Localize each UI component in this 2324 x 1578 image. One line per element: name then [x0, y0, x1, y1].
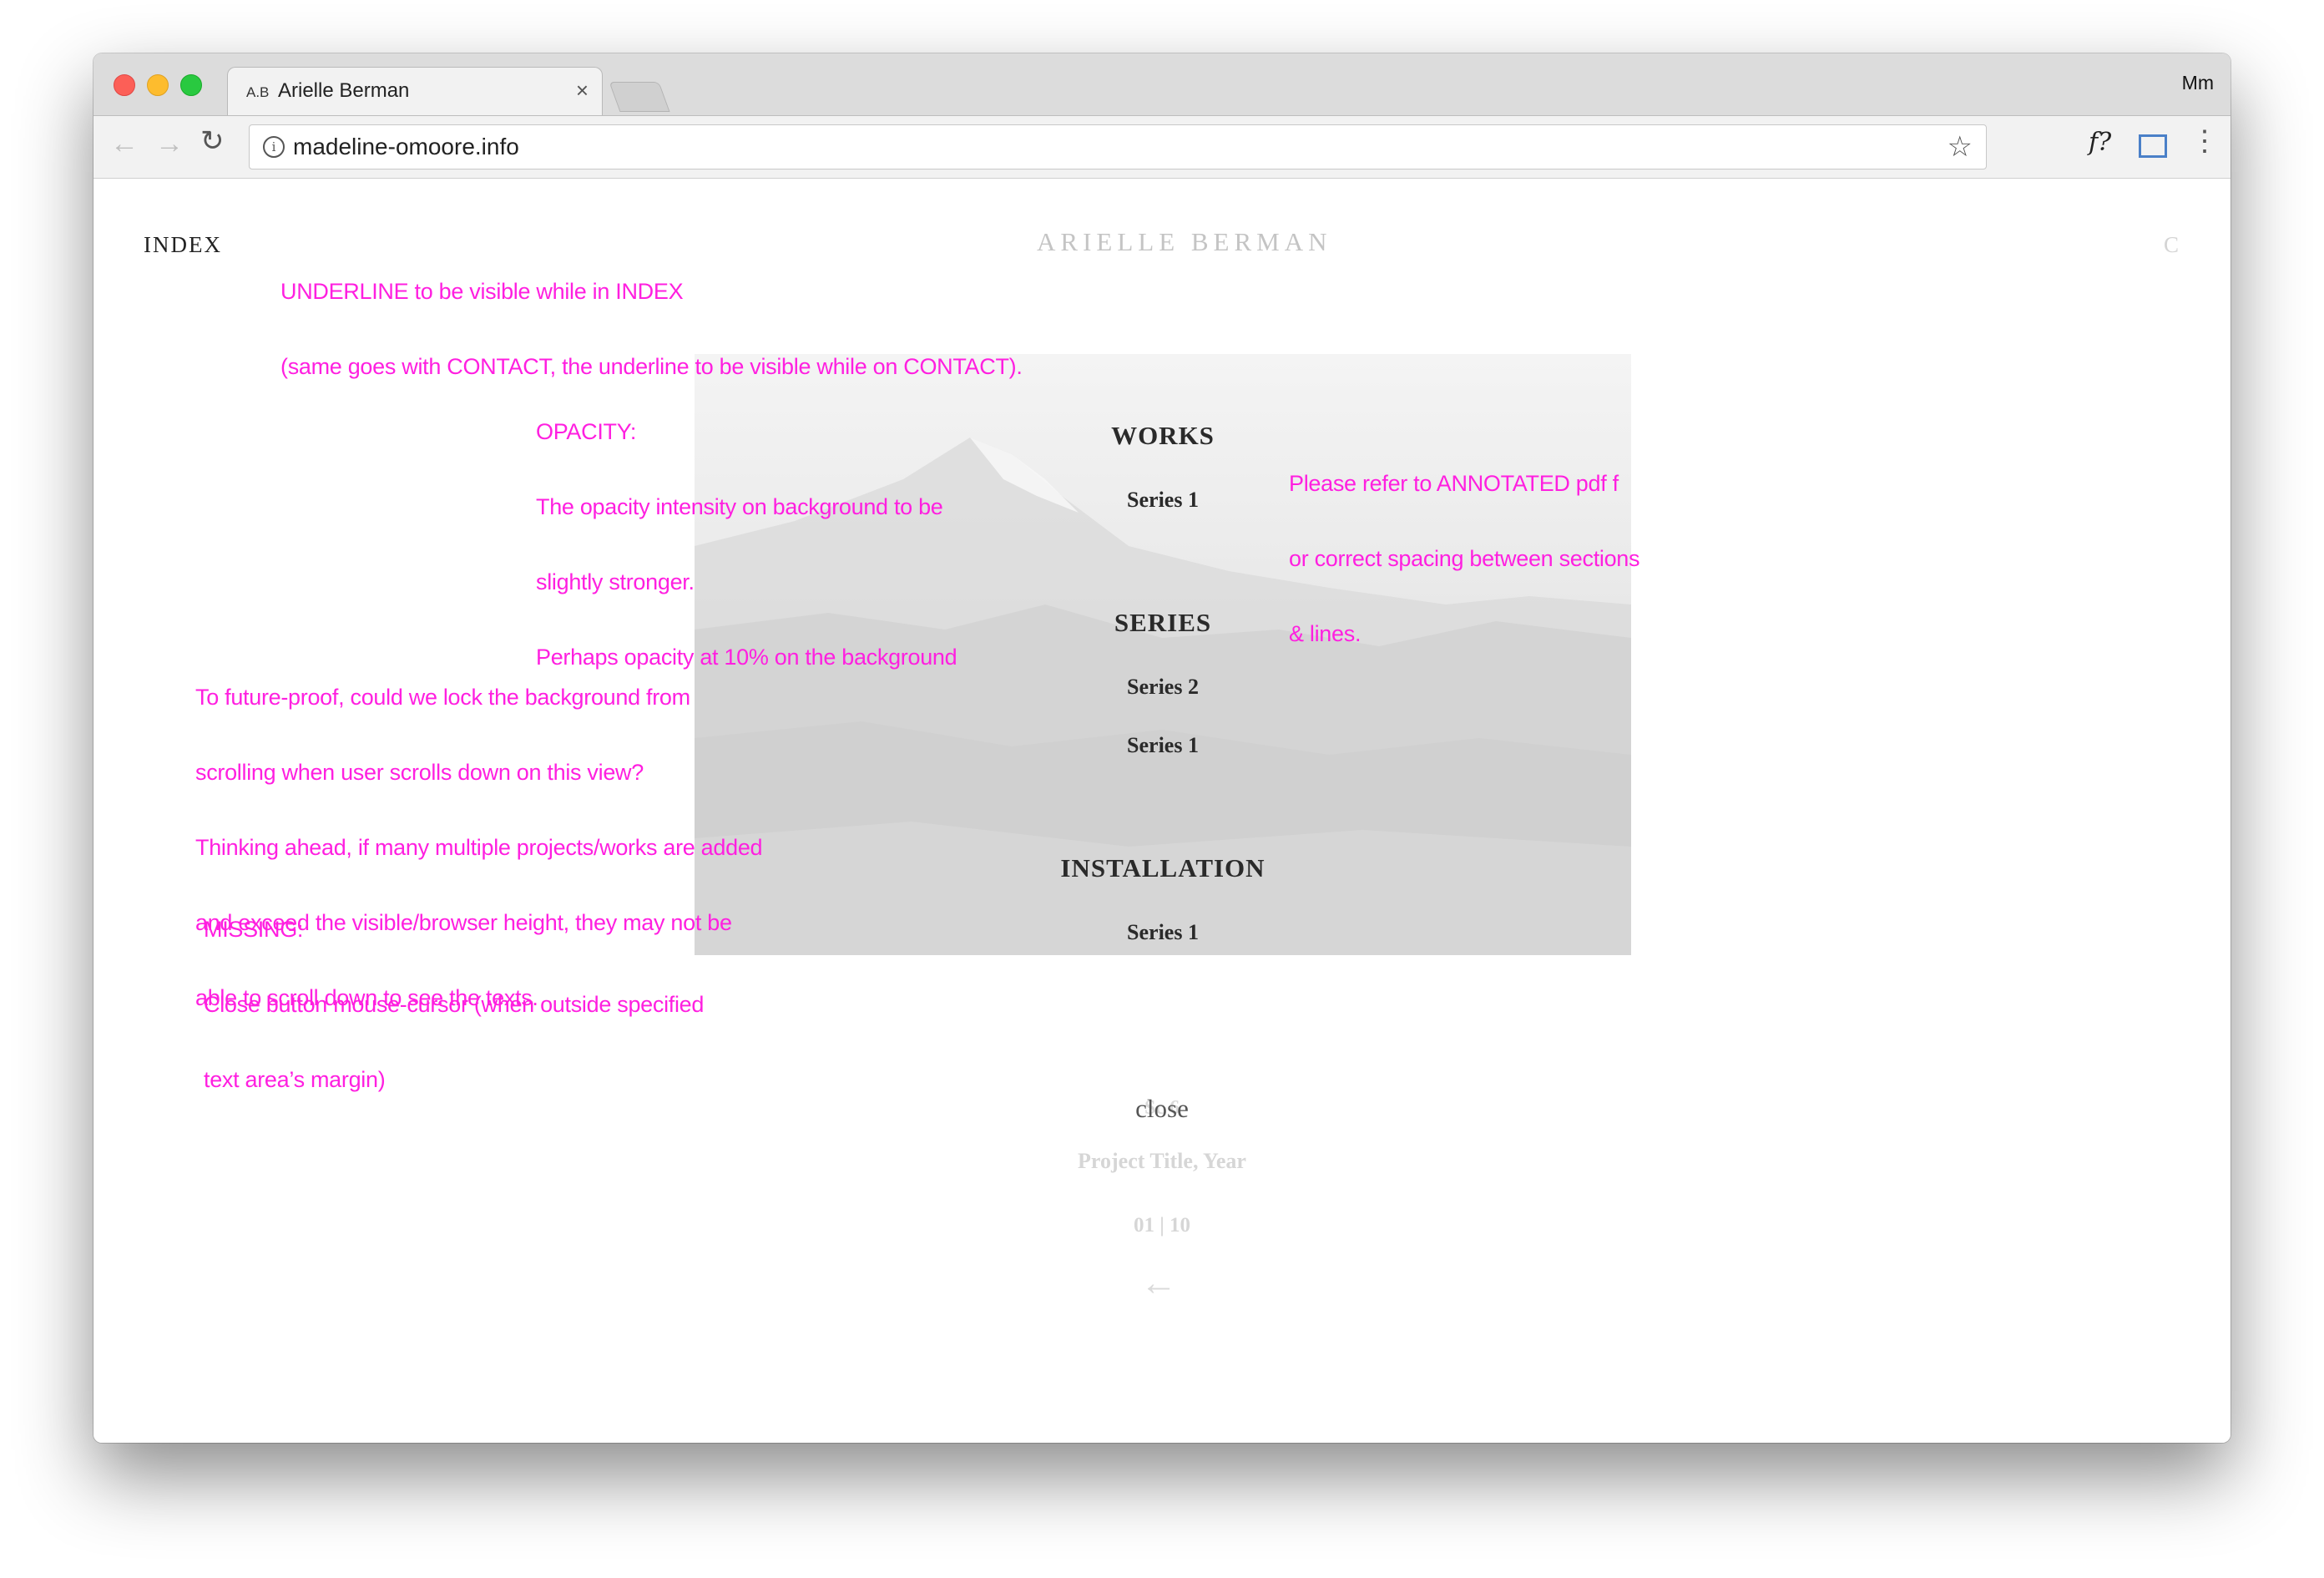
nav-contact-link[interactable]: C — [2164, 232, 2179, 258]
browser-toolbar: ← → ↻ i madeline-omoore.info ☆ f? ⋮ — [93, 115, 2231, 180]
nav-index-link[interactable]: INDEX — [144, 232, 222, 258]
screenshot-extension-icon[interactable] — [2139, 134, 2167, 158]
info-icon[interactable]: i — [263, 136, 285, 158]
forward-icon[interactable]: → — [155, 128, 184, 160]
profile-button[interactable]: Mm — [2182, 72, 2214, 94]
url-text[interactable]: madeline-omoore.info — [293, 134, 519, 160]
tab-close-icon[interactable]: × — [576, 78, 589, 104]
section-heading-installation: INSTALLATION — [1060, 853, 1266, 883]
tab-title: Arielle Berman — [278, 79, 410, 102]
project-title: Project Title, Year — [1078, 1149, 1246, 1173]
font-extension-icon[interactable]: f? — [2089, 128, 2111, 157]
series-series-1-link[interactable]: Series 1 — [695, 733, 1631, 758]
tab-bar: A.B Arielle Berman × Mm — [93, 53, 2231, 116]
close-window-button[interactable] — [114, 74, 135, 96]
minimize-window-button[interactable] — [147, 74, 169, 96]
reload-icon[interactable]: ↻ — [200, 124, 225, 158]
tab-arielle-berman[interactable]: A.B Arielle Berman × — [227, 67, 603, 116]
back-icon[interactable]: ← — [110, 128, 139, 160]
site-title[interactable]: ARIELLE BERMAN — [1037, 227, 1332, 257]
annotation-spacing: Please refer to ANNOTATED pdf f or corre… — [1289, 471, 1640, 646]
address-bar[interactable]: i madeline-omoore.info ☆ — [249, 124, 1987, 169]
close-button[interactable]: close — [1053, 1094, 1271, 1124]
web-page: INDEX ARIELLE BERMAN C WORKS Series 1 SE… — [93, 179, 2231, 1443]
bookmark-star-icon[interactable]: ☆ — [1948, 130, 1973, 164]
annotation-missing-cursor: MISSING: Close button mouse-cursor (when… — [204, 917, 705, 1092]
installation-series-1-link[interactable]: Series 1 — [695, 920, 1631, 945]
previous-arrow-icon[interactable]: ← — [1140, 1262, 1177, 1304]
zoom-window-button[interactable] — [180, 74, 202, 96]
browser-menu-icon[interactable]: ⋮ — [2190, 124, 2219, 158]
tab-favicon: A.B — [246, 84, 270, 100]
slide-counter: 01 | 10 — [1133, 1214, 1190, 1237]
browser-window: A.B Arielle Berman × Mm ← → ↻ i madeline… — [93, 53, 2231, 1443]
new-tab-button[interactable] — [609, 82, 670, 112]
